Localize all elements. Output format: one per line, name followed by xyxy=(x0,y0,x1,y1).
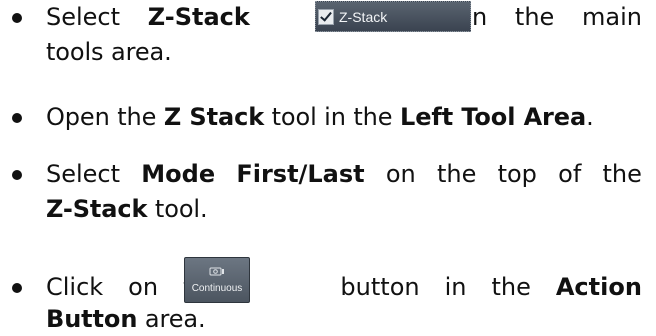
item-3-word: the xyxy=(602,160,642,188)
item-2-line-1: Open the Z Stack tool in the Left Tool A… xyxy=(46,102,594,132)
item-4-word: button xyxy=(340,273,420,301)
item-4-bold-action: Action xyxy=(555,273,642,301)
bullet-1 xyxy=(12,13,22,23)
item-4-word: Click xyxy=(46,273,104,301)
item-3-word: on xyxy=(385,160,416,188)
item-4-word: the xyxy=(491,273,531,301)
item-3-bold-mode: Mode xyxy=(141,160,216,188)
item-3-text: tool. xyxy=(147,195,208,223)
zstack-checkbox-label: Z-Stack xyxy=(339,8,388,25)
bullet-3 xyxy=(12,170,22,180)
item-4-line-2: Button area. xyxy=(46,304,206,334)
item-3-bold-first-last: First/Last xyxy=(236,160,365,188)
bullet-2 xyxy=(12,113,22,123)
bullet-4 xyxy=(12,283,22,293)
continuous-button-label: Continuous xyxy=(191,282,243,294)
checkmark-icon xyxy=(318,8,334,25)
item-1-line-2: tools area. xyxy=(46,38,172,66)
item-3-line-2: Z-Stack tool. xyxy=(46,194,208,224)
item-2-bold-left-tool-area: Left Tool Area xyxy=(400,103,587,131)
item-3-line-1: Select Mode First/Last on the top of the xyxy=(46,159,642,189)
item-2-text: tool in the xyxy=(264,103,400,131)
item-4-text: area. xyxy=(137,305,206,333)
item-4-word: in xyxy=(444,273,467,301)
item-4-line-1: Click on the button in the Action xyxy=(46,272,642,302)
continuous-button[interactable]: Continuous xyxy=(184,257,250,303)
item-3-word: Select xyxy=(46,160,121,188)
item-3-word: the xyxy=(436,160,477,188)
zstack-checkbox[interactable]: Z-Stack xyxy=(315,1,471,32)
item-1-word: main xyxy=(582,3,642,31)
item-4-word: on xyxy=(128,273,159,301)
item-2-text: Open the xyxy=(46,103,164,131)
item-1-select-word: Select xyxy=(46,3,121,31)
item-4-bold-button: Button xyxy=(46,305,138,333)
item-2-text: . xyxy=(586,103,594,131)
item-3-word: of xyxy=(558,160,582,188)
item-1-word: the xyxy=(514,3,555,31)
item-1-bold-zstack: Z-Stack xyxy=(147,3,250,31)
item-3-word: top xyxy=(497,160,537,188)
camera-icon xyxy=(209,267,224,275)
item-2-bold-zstack: Z Stack xyxy=(163,103,265,131)
item-3-bold-zstack: Z-Stack xyxy=(46,195,148,223)
